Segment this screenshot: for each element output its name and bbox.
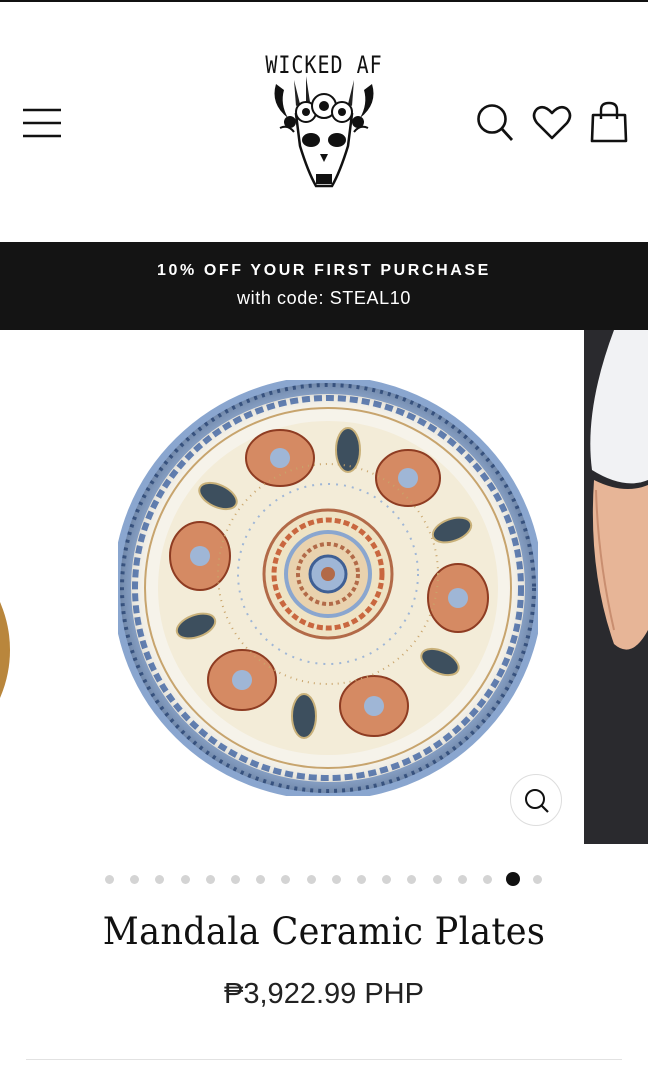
skull-floral-logo-icon — [274, 76, 374, 188]
promo-title: 10% OFF YOUR FIRST PURCHASE — [157, 262, 491, 279]
brand-logo[interactable]: WICKED AF — [262, 50, 386, 192]
pagination-dot[interactable] — [105, 875, 114, 884]
hamburger-menu-icon[interactable] — [22, 108, 62, 138]
pagination-dot[interactable] — [281, 875, 291, 884]
pagination-dot[interactable] — [432, 875, 442, 884]
pagination-dot[interactable] — [205, 875, 215, 884]
pagination-dot[interactable] — [130, 875, 140, 884]
pagination-dot[interactable] — [457, 875, 467, 884]
search-icon[interactable] — [476, 103, 514, 143]
mandala-plate-image — [118, 380, 538, 796]
product-title: Mandala Ceramic Plates — [102, 910, 546, 953]
pagination-dot[interactable] — [382, 875, 392, 884]
pagination-dot[interactable] — [256, 875, 266, 884]
pagination-dot[interactable] — [331, 875, 341, 884]
divider — [26, 1059, 622, 1060]
pagination-dot[interactable] — [155, 875, 165, 884]
product-price: ₱3,922.99 PHP — [224, 978, 424, 1010]
pagination-dot[interactable] — [231, 875, 240, 884]
zoom-icon — [525, 789, 549, 813]
product-image-gallery[interactable] — [0, 330, 648, 844]
promo-subtitle: with code: STEAL10 — [237, 288, 411, 308]
gallery-pagination — [0, 872, 648, 886]
previous-slide-peek[interactable] — [0, 530, 12, 770]
heart-icon[interactable] — [532, 105, 572, 141]
next-slide-peek[interactable] — [584, 330, 648, 844]
site-header: WICKED AF — [0, 2, 648, 242]
pagination-dot[interactable] — [533, 875, 543, 884]
pagination-dot[interactable] — [483, 875, 492, 884]
pagination-dot[interactable] — [306, 875, 316, 884]
promo-banner[interactable]: 10% OFF YOUR FIRST PURCHASE with code: S… — [0, 242, 648, 330]
pagination-dot-active[interactable] — [505, 872, 520, 886]
pagination-dot[interactable] — [357, 875, 366, 884]
pagination-dot[interactable] — [180, 875, 190, 884]
zoom-button[interactable] — [510, 774, 562, 826]
shopping-bag-icon[interactable] — [590, 101, 628, 143]
pagination-dot[interactable] — [407, 875, 417, 884]
